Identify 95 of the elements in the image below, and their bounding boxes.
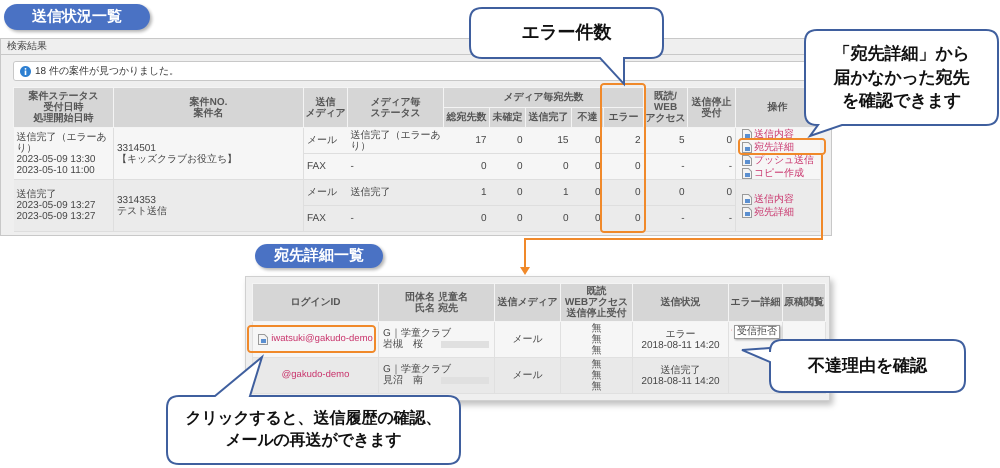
action-link[interactable]: 宛先詳細: [754, 206, 794, 218]
column-header: 送信完了: [526, 108, 572, 128]
table-cell: -: [688, 206, 736, 232]
table-cell: 無 無 無: [560, 322, 632, 358]
action-link[interactable]: 送信内容: [754, 128, 794, 140]
table-cell: 0: [644, 180, 688, 206]
header-text: メディア: [305, 108, 346, 118]
header-text: 原稿閲覧: [784, 297, 824, 308]
table-cell: 1: [526, 180, 572, 206]
table-cell: 0: [490, 180, 526, 206]
table-cell: -: [644, 154, 688, 180]
table-cell: エラー 2018-08-11 14:20: [632, 322, 728, 358]
tooltip: 受信拒否: [734, 325, 780, 339]
header-text: メディア毎: [370, 96, 422, 108]
callout-text: メールの再送ができます: [226, 430, 402, 451]
callout-text: を確認できます: [842, 90, 961, 112]
header-text: 送信メディア: [496, 297, 558, 308]
info-icon: [20, 66, 31, 76]
table-cell: 17: [444, 128, 490, 154]
column-header: 未確定: [490, 108, 526, 128]
header-text: WEB: [652, 102, 678, 113]
table-cell: 15: [526, 128, 572, 154]
header-text: 氏名 宛先: [414, 302, 459, 314]
header-text: アクセス: [645, 113, 686, 124]
header-text: ログインID: [290, 297, 342, 308]
action-link[interactable]: 宛先詳細: [754, 142, 794, 152]
header-text: WEBアクセス: [564, 297, 630, 308]
callout-text: 届かなかった宛先: [834, 66, 970, 89]
table-cell: 送信完了 2023-05-09 13:27 2023-05-09 13:27: [14, 180, 114, 232]
header-text: 既読/: [653, 91, 678, 102]
table-cell: メール: [304, 128, 348, 154]
header-text: 既読: [586, 286, 608, 297]
callout-text: 不達理由を確認: [808, 355, 927, 378]
header-text: 受付: [700, 108, 723, 118]
table-cell: G｜学童クラブ 岩槻 桜: [383, 328, 451, 350]
table-cell: 0: [688, 180, 736, 206]
column-header: エラー: [604, 108, 644, 128]
header-text: 送信: [314, 96, 336, 108]
action-link[interactable]: 送信内容: [754, 194, 794, 204]
table-cell: 無 無 無: [560, 358, 632, 394]
table-cell: 0: [604, 206, 644, 232]
section-title: 宛先詳細一覧: [255, 244, 383, 268]
table-cell: 0: [526, 154, 572, 180]
document-icon: [742, 142, 752, 152]
table-cell: 3314501 【キッズクラブお役立ち】: [114, 128, 304, 180]
table-cell: -: [348, 154, 444, 180]
table-cell: 送信完了 2018-08-11 14:20: [632, 358, 728, 394]
table-cell: 送信完了（エラーあり） 2023-05-09 13:30 2023-05-10 11:00: [14, 128, 114, 180]
header-text: 送信停止: [690, 96, 733, 108]
header-text: エラー詳細: [730, 297, 781, 308]
column-header: メディア毎宛先数: [444, 88, 644, 108]
table-cell: FAX: [304, 154, 348, 180]
table-cell: メール: [494, 322, 560, 358]
table-cell: FAX: [304, 206, 348, 232]
table-cell: 0: [490, 206, 526, 232]
table-cell: 0: [604, 154, 644, 180]
header-text: 処理開始日時: [32, 113, 94, 124]
table-cell: メール: [304, 180, 348, 206]
document-icon: [742, 194, 752, 204]
table-cell: 0: [490, 128, 526, 154]
table-cell: 0: [688, 128, 736, 154]
header-text: 送信状況: [660, 297, 702, 308]
table-cell: 3314353 テスト送信: [114, 180, 304, 232]
header-text: 案件名: [192, 108, 224, 118]
callout-text: 「宛先詳細」から: [834, 42, 970, 65]
callout-text: クリックすると、送信履歴の確認、: [186, 408, 442, 429]
header-text: 操作: [766, 102, 789, 113]
action-link[interactable]: プッシュ送信: [754, 154, 814, 166]
table-cell: 5: [644, 128, 688, 154]
header-text: 案件ステータス: [28, 91, 100, 102]
table-cell: 0: [526, 206, 572, 232]
info-text: 18 件の案件が見つかりました。: [35, 64, 179, 78]
header-text: 送信停止受付: [566, 308, 628, 319]
section-title: 送信状況一覧: [4, 4, 150, 30]
header-text: 案件NO.: [188, 96, 228, 108]
table-cell: -: [644, 206, 688, 232]
document-icon: [742, 154, 752, 166]
column-header: 総宛先数: [444, 108, 490, 128]
table-cell: 0: [604, 180, 644, 206]
table-cell: メール: [494, 358, 560, 394]
document-icon: [742, 206, 752, 218]
table-cell: 1: [444, 180, 490, 206]
table-cell: -: [688, 154, 736, 180]
header-text: 受付日時: [44, 102, 84, 113]
table-cell: 送信完了: [348, 180, 444, 206]
header-text: ステータス: [370, 108, 422, 118]
table-cell: G｜学童クラブ 見沼 南: [383, 364, 451, 386]
table-cell: 送信完了（エラーあり）: [348, 128, 444, 154]
table-cell: 0: [490, 154, 526, 180]
table-cell: 0: [444, 154, 490, 180]
table-cell: 2: [604, 128, 644, 154]
table-cell: 0: [444, 206, 490, 232]
table-cell: -: [348, 206, 444, 232]
action-link[interactable]: コピー作成: [754, 168, 804, 178]
header-text: 団体名 児童名: [404, 292, 469, 302]
